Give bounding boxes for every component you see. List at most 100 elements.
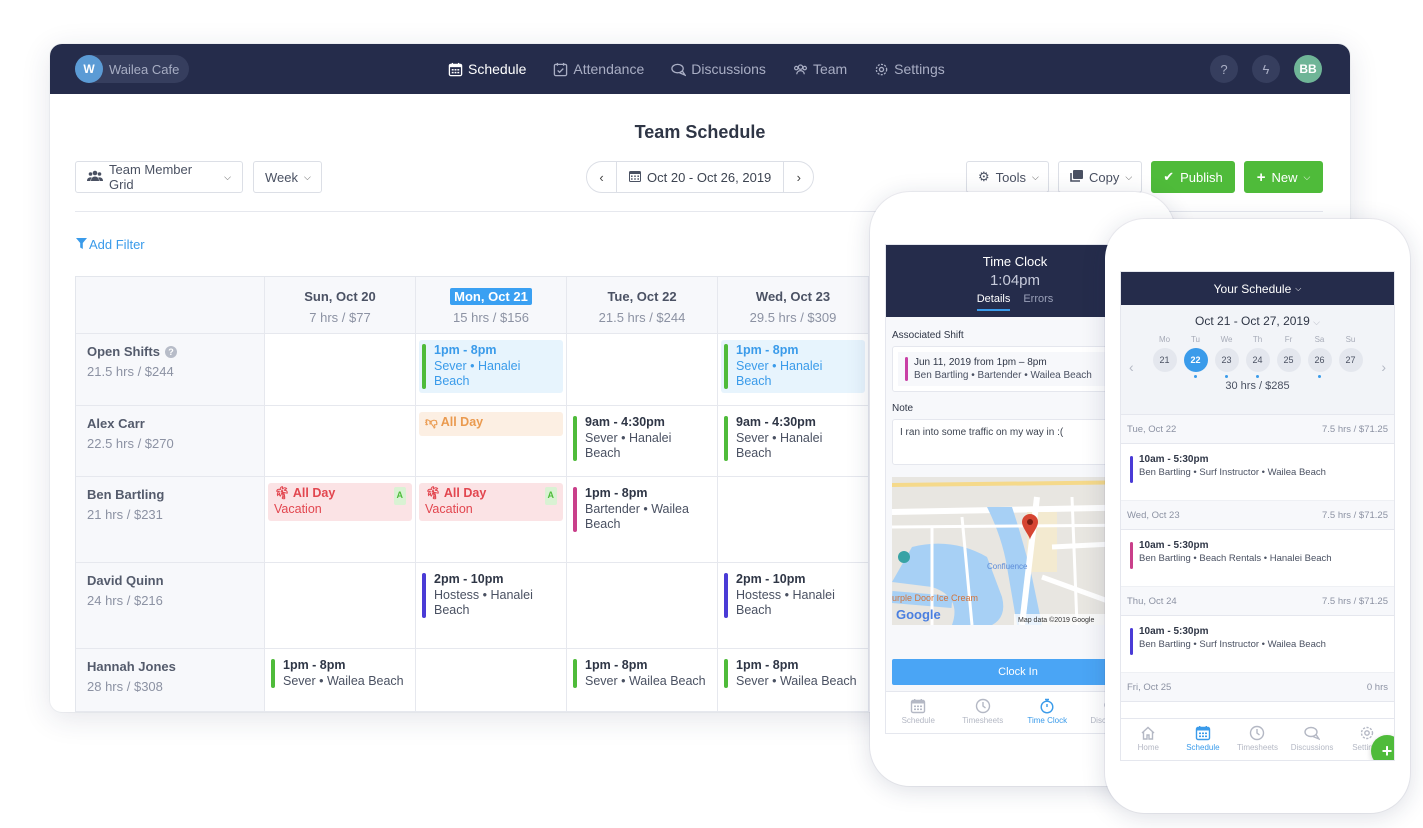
schedule-cell[interactable]: 1pm - 8pm Sever • Wailea Beach — [718, 649, 869, 712]
schedule-cell[interactable]: 1pm - 8pm Bartender • Wailea Beach — [567, 477, 718, 563]
shift-card[interactable]: 10am - 5:30pm Ben Bartling • Surf Instru… — [1121, 616, 1394, 673]
schedule-cell[interactable]: 1pm - 8pm Sever • Hanalei Beach — [718, 334, 869, 406]
user-avatar[interactable]: BB — [1294, 55, 1322, 83]
copy-menu-button[interactable]: Copy ⌵ — [1058, 161, 1142, 193]
tab-schedule[interactable]: Schedule — [886, 692, 951, 733]
schedule-cell[interactable] — [265, 334, 416, 406]
week-range-select[interactable]: Oct 21 - Oct 27, 2019 ⌵ — [1121, 314, 1394, 328]
day-number[interactable]: 21 — [1152, 348, 1177, 372]
employee-cell[interactable]: David Quinn 24 hrs / $216 — [76, 563, 265, 649]
schedule-switcher[interactable]: Your Schedule ⌵ — [1121, 272, 1394, 305]
period-select[interactable]: Week ⌵ — [253, 161, 322, 193]
week-day[interactable]: Tu 22 — [1183, 335, 1208, 378]
shift-block[interactable]: 9am - 4:30pm Sever • Hanalei Beach — [570, 412, 714, 465]
shift-block[interactable]: 9am - 4:30pm Sever • Hanalei Beach — [721, 412, 865, 465]
shift-block[interactable]: 1pm - 8pm Sever • Wailea Beach — [268, 655, 412, 692]
week-day[interactable]: Su 27 — [1338, 335, 1363, 378]
schedule-cell[interactable] — [416, 649, 567, 712]
tab-label: Schedule — [901, 716, 935, 725]
schedule-cell[interactable]: 🌴︎ All Day Vacation A — [416, 477, 567, 563]
tab-time-clock[interactable]: Time Clock — [1015, 692, 1080, 733]
day-label[interactable]: Tue, Oct 22 — [603, 288, 680, 305]
nav-discussions[interactable]: Discussions — [671, 61, 766, 77]
schedule-cell[interactable] — [567, 334, 718, 406]
week-day[interactable]: Fr 25 — [1276, 335, 1301, 378]
prev-week-button[interactable]: ‹ — [587, 162, 616, 192]
employee-summary: 22.5 hrs / $270 — [87, 436, 174, 451]
schedule-cell[interactable] — [567, 563, 718, 649]
day-number[interactable]: 26 — [1307, 348, 1332, 372]
tools-menu-button[interactable]: ⚙ Tools ⌵ — [966, 161, 1049, 193]
employee-row: Ben Bartling 21 hrs / $231 🌴︎ All Day Va… — [76, 477, 869, 563]
employee-cell[interactable]: Alex Carr 22.5 hrs / $270 — [76, 406, 265, 477]
next-week-button[interactable]: › — [784, 162, 813, 192]
open-shift[interactable]: 1pm - 8pm Sever • Hanalei Beach — [721, 340, 865, 393]
shift-block[interactable]: 2pm - 10pm Hostess • Hanalei Beach — [721, 569, 865, 622]
shift-card[interactable]: 10am - 5:30pm Ben Bartling • Beach Renta… — [1121, 530, 1394, 587]
schedule-cell[interactable]: 1pm - 8pm Sever • Hanalei Beach — [416, 334, 567, 406]
day-number[interactable]: 24 — [1245, 348, 1270, 372]
day-label[interactable]: Sun, Oct 20 — [300, 288, 380, 305]
schedule-cell[interactable]: 9am - 4:30pm Sever • Hanalei Beach — [567, 406, 718, 477]
employee-cell[interactable]: Ben Bartling 21 hrs / $231 — [76, 477, 265, 563]
associated-shift-card[interactable]: Jun 11, 2019 from 1pm – 8pm Ben Bartling… — [892, 346, 1138, 392]
day-label[interactable]: Mon, Oct 21 — [450, 288, 532, 305]
schedule-cell[interactable]: 9am - 4:30pm Sever • Hanalei Beach — [718, 406, 869, 477]
day-number[interactable]: 22 — [1183, 348, 1208, 372]
help-icon[interactable]: ? — [164, 345, 177, 358]
shift-block[interactable]: 1pm - 8pm Sever • Wailea Beach — [570, 655, 714, 692]
schedule-cell[interactable]: 👎︎ All Day — [416, 406, 567, 477]
nav-attendance[interactable]: Attendance — [553, 61, 644, 77]
schedule-cell[interactable]: 1pm - 8pm Sever • Wailea Beach — [265, 649, 416, 712]
whats-new-button[interactable]: ϟ — [1252, 55, 1280, 83]
view-select[interactable]: Team Member Grid ⌵ — [75, 161, 243, 193]
shift-card[interactable]: 10am - 5:30pm Ben Bartling • Surf Instru… — [1121, 444, 1394, 501]
location-map[interactable]: Confluence urple Door Ice Cream E C Goog… — [892, 477, 1138, 625]
help-button[interactable]: ? — [1210, 55, 1238, 83]
tab-discussions[interactable]: Discussions — [1285, 719, 1340, 760]
note-field[interactable]: I ran into some traffic on my way in :( — [892, 419, 1138, 465]
nav-settings[interactable]: Settings — [874, 61, 945, 77]
shift-block[interactable]: 1pm - 8pm Sever • Wailea Beach — [721, 655, 865, 692]
schedule-cell[interactable]: 2pm - 10pm Hostess • Hanalei Beach — [416, 563, 567, 649]
tab-timesheets[interactable]: Timesheets — [1230, 719, 1285, 760]
tab-timesheets[interactable]: Timesheets — [951, 692, 1016, 733]
tab-schedule[interactable]: Schedule — [1176, 719, 1231, 760]
tab-errors[interactable]: Errors — [1023, 293, 1053, 311]
day-number[interactable]: 27 — [1338, 348, 1363, 372]
employee-cell[interactable]: Hannah Jones 28 hrs / $308 — [76, 649, 265, 712]
new-menu-button[interactable]: + New ⌵ — [1244, 161, 1323, 193]
schedule-cell[interactable] — [265, 406, 416, 477]
add-shift-fab[interactable]: + — [1371, 735, 1394, 760]
day-number[interactable]: 23 — [1214, 348, 1239, 372]
tab-details[interactable]: Details — [976, 293, 1011, 311]
tab-home[interactable]: Home — [1121, 719, 1176, 760]
schedule-cell[interactable] — [718, 477, 869, 563]
week-day[interactable]: We 23 — [1214, 335, 1239, 378]
schedule-cell[interactable]: 1pm - 8pm Sever • Wailea Beach — [567, 649, 718, 712]
shift-block[interactable]: 2pm - 10pm Hostess • Hanalei Beach — [419, 569, 563, 622]
date-range-picker[interactable]: Oct 20 - Oct 26, 2019 — [616, 162, 785, 192]
org-switcher[interactable]: W Wailea Cafe — [75, 55, 190, 83]
schedule-cell[interactable]: 🌴︎ All Day Vacation A — [265, 477, 416, 563]
day-label[interactable]: Wed, Oct 23 — [752, 288, 834, 305]
week-day[interactable]: Sa 26 — [1307, 335, 1332, 378]
next-week-arrow[interactable]: › — [1381, 359, 1386, 375]
prev-week-arrow[interactable]: ‹ — [1129, 359, 1134, 375]
employee-cell[interactable]: Open Shifts? 21.5 hrs / $244 — [76, 334, 265, 406]
unavailability-block[interactable]: 👎︎ All Day — [419, 412, 563, 436]
time-off-block[interactable]: 🌴︎ All Day Vacation A — [419, 483, 563, 521]
day-heading: Tue, Oct 22 7.5 hrs / $71.25 — [1121, 415, 1394, 444]
publish-button[interactable]: ✔ Publish — [1151, 161, 1235, 193]
add-filter-link[interactable]: Add Filter — [76, 237, 145, 252]
week-day[interactable]: Th 24 — [1245, 335, 1270, 378]
time-off-block[interactable]: 🌴︎ All Day Vacation A — [268, 483, 412, 521]
schedule-cell[interactable] — [265, 563, 416, 649]
day-number[interactable]: 25 — [1276, 348, 1301, 372]
schedule-cell[interactable]: 2pm - 10pm Hostess • Hanalei Beach — [718, 563, 869, 649]
nav-schedule[interactable]: Schedule — [448, 61, 526, 77]
open-shift[interactable]: 1pm - 8pm Sever • Hanalei Beach — [419, 340, 563, 393]
shift-block[interactable]: 1pm - 8pm Bartender • Wailea Beach — [570, 483, 714, 536]
week-day[interactable]: Mo 21 — [1152, 335, 1177, 378]
nav-team[interactable]: Team — [793, 61, 847, 77]
